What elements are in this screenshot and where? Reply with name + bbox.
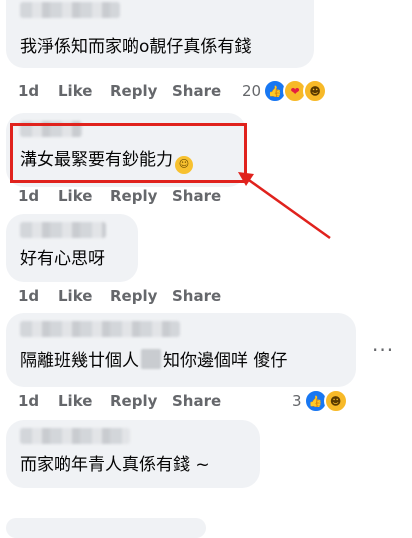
haha-reaction-icon: ☻ xyxy=(323,389,348,413)
comment-text: 我淨係知而家啲o靚仔真係有錢 xyxy=(20,37,252,57)
like-button[interactable]: Like xyxy=(58,187,110,205)
comment-time[interactable]: 1d xyxy=(18,392,58,410)
share-button[interactable]: Share xyxy=(172,287,232,305)
comment-text: 而家啲年青人真係有錢 ~ xyxy=(20,455,210,475)
comment-bubble: 好有心思呀 xyxy=(6,214,138,282)
comment-text: 隔離班幾廿個人 知你邊個咩 傻仔 xyxy=(20,349,287,372)
comment-text-part1: 隔離班幾廿個人 xyxy=(20,351,139,371)
comment-bubble: 我淨係知而家啲o靚仔真係有錢 xyxy=(6,0,314,68)
comment-text-part2: 知你邊個咩 傻仔 xyxy=(163,351,288,371)
reply-button[interactable]: Reply xyxy=(110,392,172,410)
more-options-icon[interactable]: ··· xyxy=(372,338,394,362)
comment-bubble: 而家啲年青人真係有錢 ~ xyxy=(6,420,260,488)
commenter-name-blurred[interactable] xyxy=(20,222,106,238)
reactions[interactable]: 3 👍 ☻ xyxy=(292,389,348,413)
comment-time[interactable]: 1d xyxy=(18,287,58,305)
like-button[interactable]: Like xyxy=(58,82,110,100)
haha-reaction-icon: ☻ xyxy=(303,79,328,103)
comment-bubble-partial xyxy=(6,518,206,538)
comment-actions: 1d Like Reply Share xyxy=(18,286,232,306)
commenter-name-blurred[interactable] xyxy=(20,2,120,18)
like-button[interactable]: Like xyxy=(58,287,110,305)
share-button[interactable]: Share xyxy=(172,392,232,410)
share-button[interactable]: Share xyxy=(172,187,232,205)
reaction-count: 20 xyxy=(242,82,262,100)
reply-button[interactable]: Reply xyxy=(110,82,172,100)
comment-actions: 1d Like Reply Share xyxy=(18,81,232,101)
comment-time[interactable]: 1d xyxy=(18,187,58,205)
share-button[interactable]: Share xyxy=(172,82,232,100)
reaction-count: 3 xyxy=(292,392,302,410)
reply-button[interactable]: Reply xyxy=(110,187,172,205)
like-button[interactable]: Like xyxy=(58,392,110,410)
highlight-box xyxy=(10,123,247,183)
commenter-name-blurred[interactable] xyxy=(20,428,130,444)
comment-time[interactable]: 1d xyxy=(18,82,58,100)
blurred-mention xyxy=(141,349,161,369)
commenter-name-blurred[interactable] xyxy=(20,321,180,337)
reactions[interactable]: 20 👍 ❤ ☻ xyxy=(242,79,328,103)
comment-actions: 1d Like Reply Share xyxy=(18,391,232,411)
reply-button[interactable]: Reply xyxy=(110,287,172,305)
comment-bubble: 隔離班幾廿個人 知你邊個咩 傻仔 xyxy=(6,313,356,387)
comment-text: 好有心思呀 xyxy=(20,249,105,269)
comment-actions: 1d Like Reply Share xyxy=(18,186,232,206)
